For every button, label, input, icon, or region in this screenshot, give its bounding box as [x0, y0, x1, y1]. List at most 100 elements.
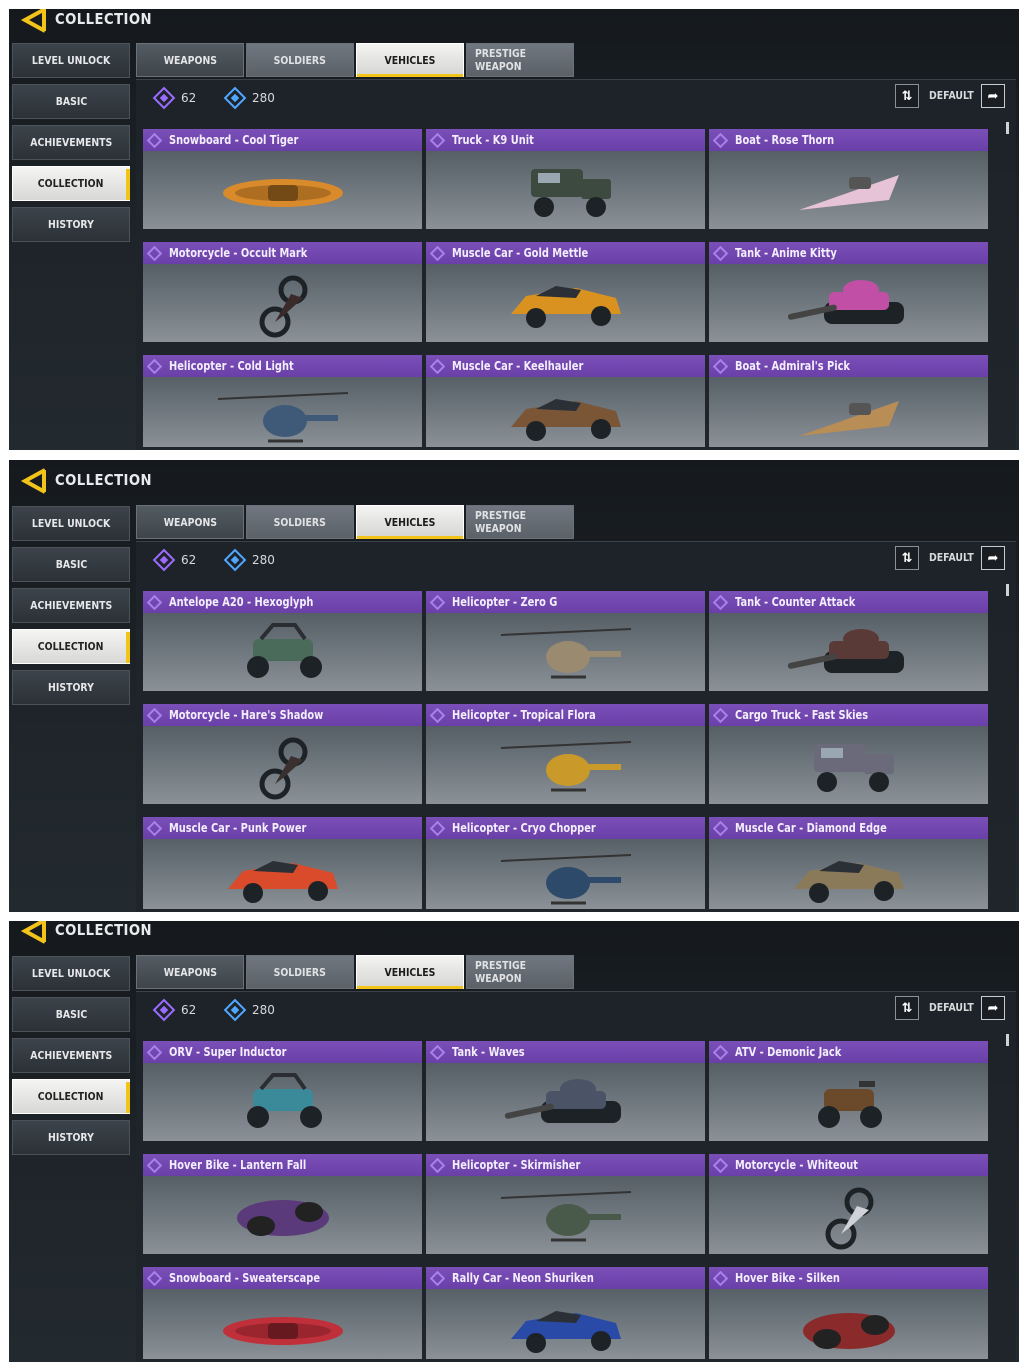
sidebar-item-level-unlock[interactable]: LEVEL UNLOCK	[12, 506, 130, 541]
vehicle-name: Tank - Waves	[452, 1045, 525, 1059]
sidebar-item-collection[interactable]: COLLECTION	[12, 1079, 130, 1114]
sort-default-label[interactable]: DEFAULT	[929, 1001, 974, 1014]
tab-label: PRESTIGE WEAPON	[474, 47, 527, 73]
sidebar-item-label: COLLECTION	[38, 640, 104, 653]
vehicle-card[interactable]: Boat - Admiral's Pick	[709, 355, 988, 447]
sidebar-item-history[interactable]: HISTORY	[12, 207, 130, 242]
currency-purple: 62	[152, 86, 196, 110]
share-icon[interactable]: ➦	[981, 996, 1005, 1020]
rarity-diamond-icon	[712, 245, 729, 261]
sidebar-item-achievements[interactable]: ACHIEVEMENTS	[12, 1038, 130, 1073]
vehicle-card-header: Snowboard - Sweaterscape	[143, 1267, 422, 1289]
vehicle-card[interactable]: Helicopter - Skirmisher	[426, 1154, 705, 1254]
vehicle-name: Hover Bike - Silken	[735, 1271, 840, 1285]
sidebar-item-basic[interactable]: BASIC	[12, 84, 130, 119]
vehicle-card[interactable]: Motorcycle - Occult Mark	[143, 242, 422, 342]
sort-order-icon[interactable]: ⇅	[895, 84, 919, 108]
tab-weapons[interactable]: WEAPONS	[136, 43, 244, 77]
vehicle-name: Tank - Anime Kitty	[735, 246, 837, 260]
tab-label: PRESTIGE WEAPON	[474, 959, 527, 985]
scrollbar[interactable]	[1006, 1034, 1009, 1046]
vehicle-card[interactable]: Muscle Car - Diamond Edge	[709, 817, 988, 909]
tab-vehicles[interactable]: VEHICLES	[356, 955, 464, 989]
vehicle-card[interactable]: Hover Bike - Lantern Fall	[143, 1154, 422, 1254]
sidebar-item-label: ACHIEVEMENTS	[29, 136, 113, 149]
vehicle-card[interactable]: Helicopter - Cold Light	[143, 355, 422, 447]
sidebar-item-basic[interactable]: BASIC	[12, 547, 130, 582]
vehicle-card[interactable]: Helicopter - Cryo Chopper	[426, 817, 705, 909]
vehicle-card[interactable]: Snowboard - Sweaterscape	[143, 1267, 422, 1359]
sidebar-item-label: BASIC	[55, 558, 87, 571]
tab-vehicles[interactable]: VEHICLES	[356, 43, 464, 77]
tab-prestige-weapon[interactable]: PRESTIGE WEAPON	[466, 505, 574, 539]
sidebar-item-level-unlock[interactable]: LEVEL UNLOCK	[12, 43, 130, 78]
vehicle-card[interactable]: Snowboard - Cool Tiger	[143, 129, 422, 229]
sidebar-item-label: ACHIEVEMENTS	[29, 1049, 113, 1062]
vehicle-card-header: Muscle Car - Diamond Edge	[709, 817, 988, 839]
tab-soldiers[interactable]: SOLDIERS	[246, 505, 354, 539]
back-arrow-icon[interactable]	[19, 9, 49, 33]
vehicle-card[interactable]: Cargo Truck - Fast Skies	[709, 704, 988, 804]
vehicle-name: Tank - Counter Attack	[735, 595, 856, 609]
share-icon[interactable]: ➦	[981, 84, 1005, 108]
vehicle-name: Helicopter - Cryo Chopper	[452, 821, 596, 835]
rarity-diamond-icon	[146, 358, 163, 374]
collection-panel: 62 280 ⇅ DEFAULT ➦ ORV - Super Inductor Tank -…	[136, 991, 1016, 1362]
vehicle-card[interactable]: Tank - Counter Attack	[709, 591, 988, 691]
rarity-diamond-icon	[146, 1157, 163, 1173]
rarity-diamond-icon	[712, 1044, 729, 1060]
tab-soldiers[interactable]: SOLDIERS	[246, 43, 354, 77]
vehicle-card[interactable]: Helicopter - Tropical Flora	[426, 704, 705, 804]
back-arrow-icon[interactable]	[19, 921, 49, 944]
sort-order-icon[interactable]: ⇅	[895, 546, 919, 570]
sort-order-icon[interactable]: ⇅	[895, 996, 919, 1020]
rarity-diamond-icon	[712, 1270, 729, 1286]
vehicle-card[interactable]: Truck - K9 Unit	[426, 129, 705, 229]
rarity-diamond-icon	[712, 707, 729, 723]
rarity-diamond-icon	[429, 358, 446, 374]
vehicle-card-header: Motorcycle - Hare's Shadow	[143, 704, 422, 726]
vehicle-card[interactable]: Boat - Rose Thorn	[709, 129, 988, 229]
sort-default-label[interactable]: DEFAULT	[929, 89, 974, 102]
scrollbar[interactable]	[1006, 122, 1009, 134]
tab-soldiers[interactable]: SOLDIERS	[246, 955, 354, 989]
sidebar-item-collection[interactable]: COLLECTION	[12, 629, 130, 664]
vehicle-card[interactable]: Motorcycle - Whiteout	[709, 1154, 988, 1254]
vehicle-card[interactable]: Hover Bike - Silken	[709, 1267, 988, 1359]
sidebar-item-collection[interactable]: COLLECTION	[12, 166, 130, 201]
tab-weapons[interactable]: WEAPONS	[136, 505, 244, 539]
vehicle-card[interactable]: Muscle Car - Gold Mettle	[426, 242, 705, 342]
sidebar-item-history[interactable]: HISTORY	[12, 1120, 130, 1155]
sidebar-item-history[interactable]: HISTORY	[12, 670, 130, 705]
vehicle-card[interactable]: Motorcycle - Hare's Shadow	[143, 704, 422, 804]
sidebar-item-level-unlock[interactable]: LEVEL UNLOCK	[12, 956, 130, 991]
vehicle-card[interactable]: Rally Car - Neon Shuriken	[426, 1267, 705, 1359]
vehicle-card[interactable]: Helicopter - Zero G	[426, 591, 705, 691]
vehicle-card[interactable]: Tank - Waves	[426, 1041, 705, 1141]
vehicle-card-header: Rally Car - Neon Shuriken	[426, 1267, 705, 1289]
scrollbar[interactable]	[1006, 584, 1009, 596]
tab-prestige-weapon[interactable]: PRESTIGE WEAPON	[466, 43, 574, 77]
vehicle-card[interactable]: ATV - Demonic Jack	[709, 1041, 988, 1141]
vehicle-card[interactable]: Muscle Car - Keelhauler	[426, 355, 705, 447]
page-title: COLLECTION	[55, 10, 153, 28]
tab-label: SOLDIERS	[273, 53, 327, 67]
sidebar-item-label: COLLECTION	[38, 1090, 104, 1103]
share-icon[interactable]: ➦	[981, 546, 1005, 570]
tab-weapons[interactable]: WEAPONS	[136, 955, 244, 989]
rarity-diamond-icon	[712, 820, 729, 836]
sidebar-item-achievements[interactable]: ACHIEVEMENTS	[12, 588, 130, 623]
vehicle-card[interactable]: ORV - Super Inductor	[143, 1041, 422, 1141]
game-screen: COLLECTION LEVEL UNLOCK BASIC ACHIEVEMENTS C…	[9, 460, 1019, 912]
sort-default-label[interactable]: DEFAULT	[929, 551, 974, 564]
vehicle-card-header: Boat - Rose Thorn	[709, 129, 988, 151]
rarity-diamond-icon	[429, 707, 446, 723]
tab-prestige-weapon[interactable]: PRESTIGE WEAPON	[466, 955, 574, 989]
sidebar-item-achievements[interactable]: ACHIEVEMENTS	[12, 125, 130, 160]
back-arrow-icon[interactable]	[19, 468, 49, 494]
vehicle-card[interactable]: Tank - Anime Kitty	[709, 242, 988, 342]
sidebar-item-basic[interactable]: BASIC	[12, 997, 130, 1032]
tab-vehicles[interactable]: VEHICLES	[356, 505, 464, 539]
vehicle-card[interactable]: Muscle Car - Punk Power	[143, 817, 422, 909]
vehicle-card[interactable]: Antelope A20 - Hexoglyph	[143, 591, 422, 691]
